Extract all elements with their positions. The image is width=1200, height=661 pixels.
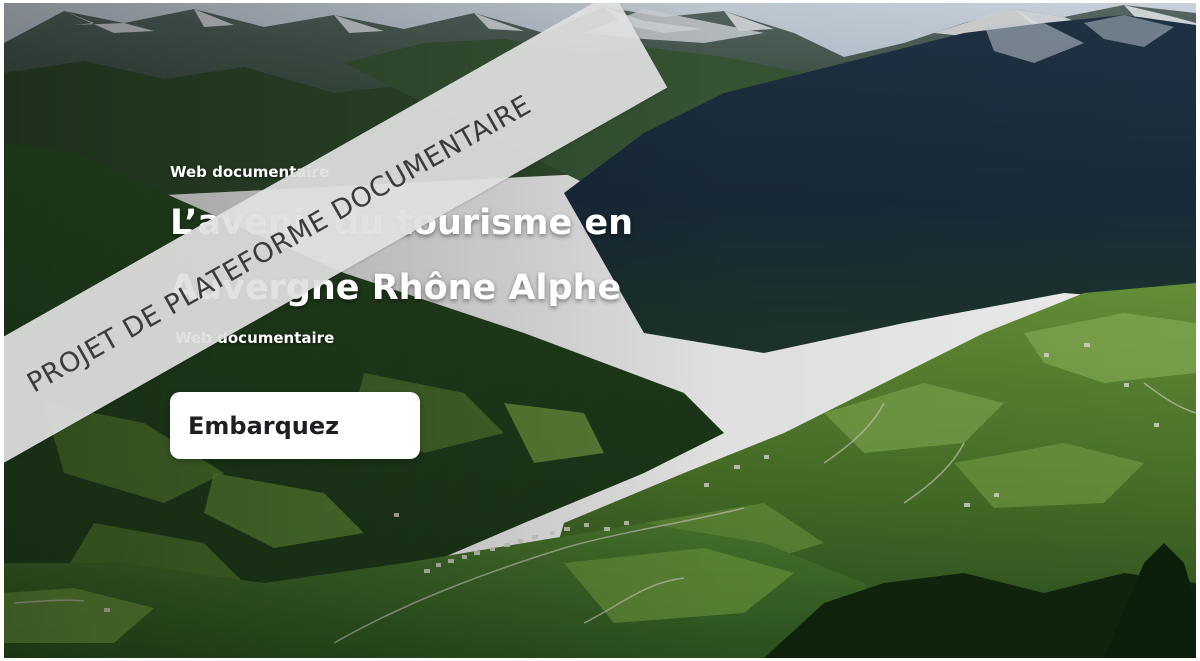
hero-frame: Web documentaire L’avenir du tourisme en… bbox=[4, 3, 1196, 658]
embarquez-button[interactable]: Embarquez bbox=[170, 392, 420, 459]
